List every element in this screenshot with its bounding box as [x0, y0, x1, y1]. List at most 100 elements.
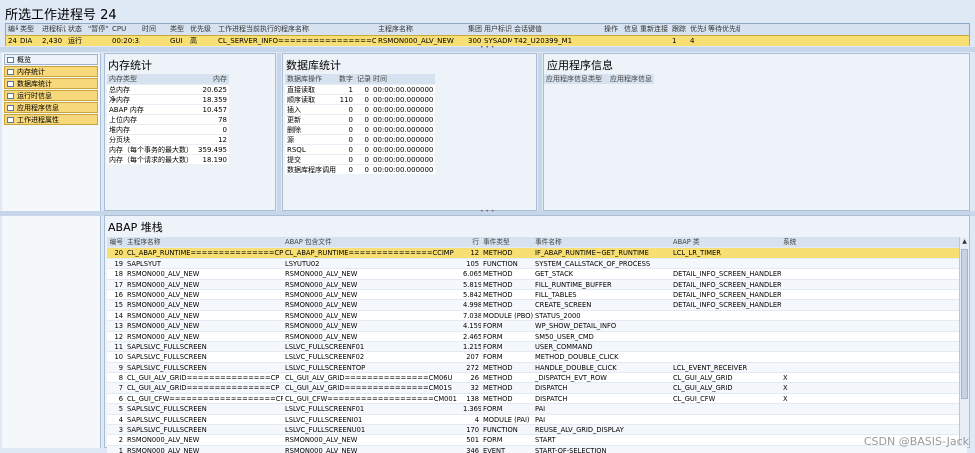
- table-row[interactable]: 内存（每个请求的最大数） 18.190: [107, 154, 229, 164]
- table-row[interactable]: 13 RSMON000_ALV_NEW RSMON000_ALV_NEW 4.159 F…: [107, 320, 967, 331]
- table-row[interactable]: 内存（每个事务的最大数） 359.495: [107, 144, 229, 154]
- table-cell: [781, 332, 805, 341]
- watermark: CSDN @BASIS-Jack: [863, 435, 969, 448]
- table-row[interactable]: 2 RSMON000_ALV_NEW RSMON000_ALV_NEW 501 FORM…: [107, 434, 967, 445]
- column-header: 内存: [213, 75, 227, 83]
- nav-item-memory[interactable]: 内存统计: [4, 66, 98, 77]
- table-cell: 0: [364, 136, 369, 144]
- table-row[interactable]: 分页块 12: [107, 134, 229, 144]
- table-cell: 源: [287, 136, 294, 144]
- table-cell: RSMON000_ALV_NEW: [285, 436, 358, 445]
- table-cell: LSLVC_FULLSCREENI01: [285, 415, 363, 424]
- table-row[interactable]: 插入 0 0 00:00:00.000000: [285, 104, 435, 114]
- table-row[interactable]: 9 SAPLSLVC_FULLSCREEN LSLVC_FULLSCREENTOP 2…: [107, 361, 967, 373]
- table-row[interactable]: 源 0 0 00:00:00.000000: [285, 134, 435, 144]
- gear-icon: [7, 93, 14, 99]
- table-cell: [671, 415, 781, 424]
- table-row[interactable]: 17 RSMON000_ALV_NEW RSMON000_ALV_NEW 5.819 M…: [107, 278, 967, 289]
- database-icon: [7, 81, 14, 87]
- table-cell: [671, 321, 781, 330]
- table-cell: 上位内存: [109, 116, 137, 124]
- table-row[interactable]: 15 RSMON000_ALV_NEW RSMON000_ALV_NEW 4.998 M…: [107, 299, 967, 310]
- table-cell: RSMON000_ALV_NEW: [127, 436, 200, 445]
- vertical-splitter-2[interactable]: [538, 53, 542, 211]
- column-header: 记录: [357, 75, 371, 83]
- table-cell: SAPLSLVC_FULLSCREEN: [127, 363, 207, 372]
- table-row[interactable]: 删除 0 0 00:00:00.000000: [285, 124, 435, 134]
- nav-item-database[interactable]: 数据库统计: [4, 78, 98, 89]
- table-cell: EVENT: [483, 446, 506, 453]
- table-cell: 0: [222, 126, 227, 134]
- nav-item-attributes[interactable]: 工作进程属性: [4, 114, 98, 125]
- table-cell: 5: [118, 405, 123, 414]
- table-cell: MODULE (PBO): [483, 311, 533, 320]
- table-cell: METHOD: [483, 280, 513, 289]
- table-cell: 删除: [287, 126, 301, 134]
- table-cell: 7: [118, 384, 123, 393]
- nav-item-overview[interactable]: 概览: [4, 54, 98, 65]
- table-row[interactable]: 总内存 20.625: [107, 84, 229, 94]
- column-header: 事件名称: [535, 238, 562, 246]
- table-row[interactable]: 6 CL_GUI_CFW===================CP CL_GUI_C…: [107, 392, 967, 404]
- table-row[interactable]: 直接读取 1 0 00:00:00.000000: [285, 84, 435, 94]
- table-cell: 10: [114, 353, 123, 362]
- table-row[interactable]: 顺序读取 110 0 00:00:00.000000: [285, 94, 435, 104]
- table-cell: 1: [348, 86, 353, 94]
- table-cell: 0: [348, 146, 353, 154]
- table-cell: METHOD: [483, 249, 513, 258]
- table-cell: 11: [114, 342, 123, 351]
- table-cell: [781, 311, 805, 320]
- table-cell: 19: [114, 259, 123, 268]
- vertical-scrollbar[interactable]: ▲: [959, 237, 969, 444]
- table-row[interactable]: 1 RSMON000_ALV_NEW RSMON000_ALV_NEW 346 EVEN…: [107, 444, 967, 453]
- table-cell: [706, 36, 740, 46]
- scroll-up-icon[interactable]: ▲: [960, 237, 969, 247]
- table-row[interactable]: 19 SAPLSYUT LSYUTU02 105 FUNCTION SYSTEM_CALL…: [107, 257, 967, 269]
- table-row[interactable]: RSQL 0 0 00:00:00.000000: [285, 144, 435, 154]
- table-row[interactable]: 16 RSMON000_ALV_NEW RSMON000_ALV_NEW 5.842 M…: [107, 288, 967, 300]
- horizontal-splitter[interactable]: [0, 44, 975, 52]
- table-cell: 00:00:00.000000: [373, 146, 434, 154]
- table-cell: 0: [348, 116, 353, 124]
- table-cell: 00:00:00.000000: [373, 106, 434, 114]
- table-row[interactable]: 提交 0 0 00:00:00.000000: [285, 154, 435, 164]
- table-row[interactable]: 10 SAPLSLVC_FULLSCREEN LSLVC_FULLSCREENF02…: [107, 351, 967, 362]
- column-header: 编号: [109, 238, 123, 246]
- table-row[interactable]: 5 SAPLSLVC_FULLSCREEN LSLVC_FULLSCREENF01 1…: [107, 403, 967, 414]
- table-row[interactable]: 14 RSMON000_ALV_NEW RSMON000_ALV_NEW 7.038 M…: [107, 309, 967, 321]
- table-cell: [671, 352, 781, 361]
- table-cell: 0: [364, 86, 369, 94]
- table-cell: 78: [218, 116, 227, 124]
- table-cell: 4.159: [463, 322, 481, 331]
- table-cell: [781, 415, 805, 424]
- nav-item-appinfo[interactable]: 应用程序信息: [4, 102, 98, 113]
- table-row[interactable]: 数据库程序调用 0 0 00:00:00.000000: [285, 164, 435, 174]
- process-table-header: 编号类型进程标识状态"暂停"CPU时间类型优先级工作进程当前执行的程序名称主程序…: [6, 24, 969, 35]
- table-row[interactable]: 堆内存 0: [107, 124, 229, 134]
- table-row[interactable]: 4 SAPLSLVC_FULLSCREEN LSLVC_FULLSCREENI01 4…: [107, 413, 967, 425]
- table-row[interactable]: 3 SAPLSLVC_FULLSCREEN LSLVC_FULLSCREENU01 1…: [107, 424, 967, 435]
- table-cell: FUNCTION: [483, 259, 518, 268]
- table-cell: STATUS_2000: [535, 311, 581, 320]
- table-row[interactable]: 18 RSMON000_ALV_NEW RSMON000_ALV_NEW 6.065 M…: [107, 268, 967, 279]
- table-row[interactable]: 8 CL_GUI_ALV_GRID===============CP CL_GUI_…: [107, 372, 967, 383]
- scroll-thumb[interactable]: [961, 249, 968, 399]
- table-row[interactable]: 净内存 18.359: [107, 94, 229, 104]
- table-row[interactable]: 12 RSMON000_ALV_NEW RSMON000_ALV_NEW 2.465 F…: [107, 330, 967, 341]
- table-row[interactable]: 7 CL_GUI_ALV_GRID===============CP CL_GUI_…: [107, 382, 967, 393]
- table-row[interactable]: ABAP 内存 10.457: [107, 104, 229, 114]
- table-cell: 总内存: [109, 86, 130, 94]
- table-cell: METHOD: [483, 374, 513, 383]
- vertical-splitter-1[interactable]: [277, 53, 281, 211]
- table-row[interactable]: 上位内存 78: [107, 114, 229, 124]
- column-header: 时间: [142, 25, 156, 33]
- table-cell: 00:00:00.000000: [373, 136, 434, 144]
- table-cell: [781, 269, 805, 278]
- table-cell: RSMON000_ALV_NEW: [127, 290, 200, 299]
- table-cell: [671, 259, 781, 268]
- table-row[interactable]: 更新 0 0 00:00:00.000000: [285, 114, 435, 124]
- table-cell: METHOD_DOUBLE_CLICK: [535, 353, 619, 362]
- table-row[interactable]: 11 SAPLSLVC_FULLSCREEN LSLVC_FULLSCREENF01…: [107, 340, 967, 352]
- table-row[interactable]: 20 CL_ABAP_RUNTIME===============CP CL_ABA…: [107, 247, 967, 258]
- nav-item-runtime[interactable]: 运行时信息: [4, 90, 98, 101]
